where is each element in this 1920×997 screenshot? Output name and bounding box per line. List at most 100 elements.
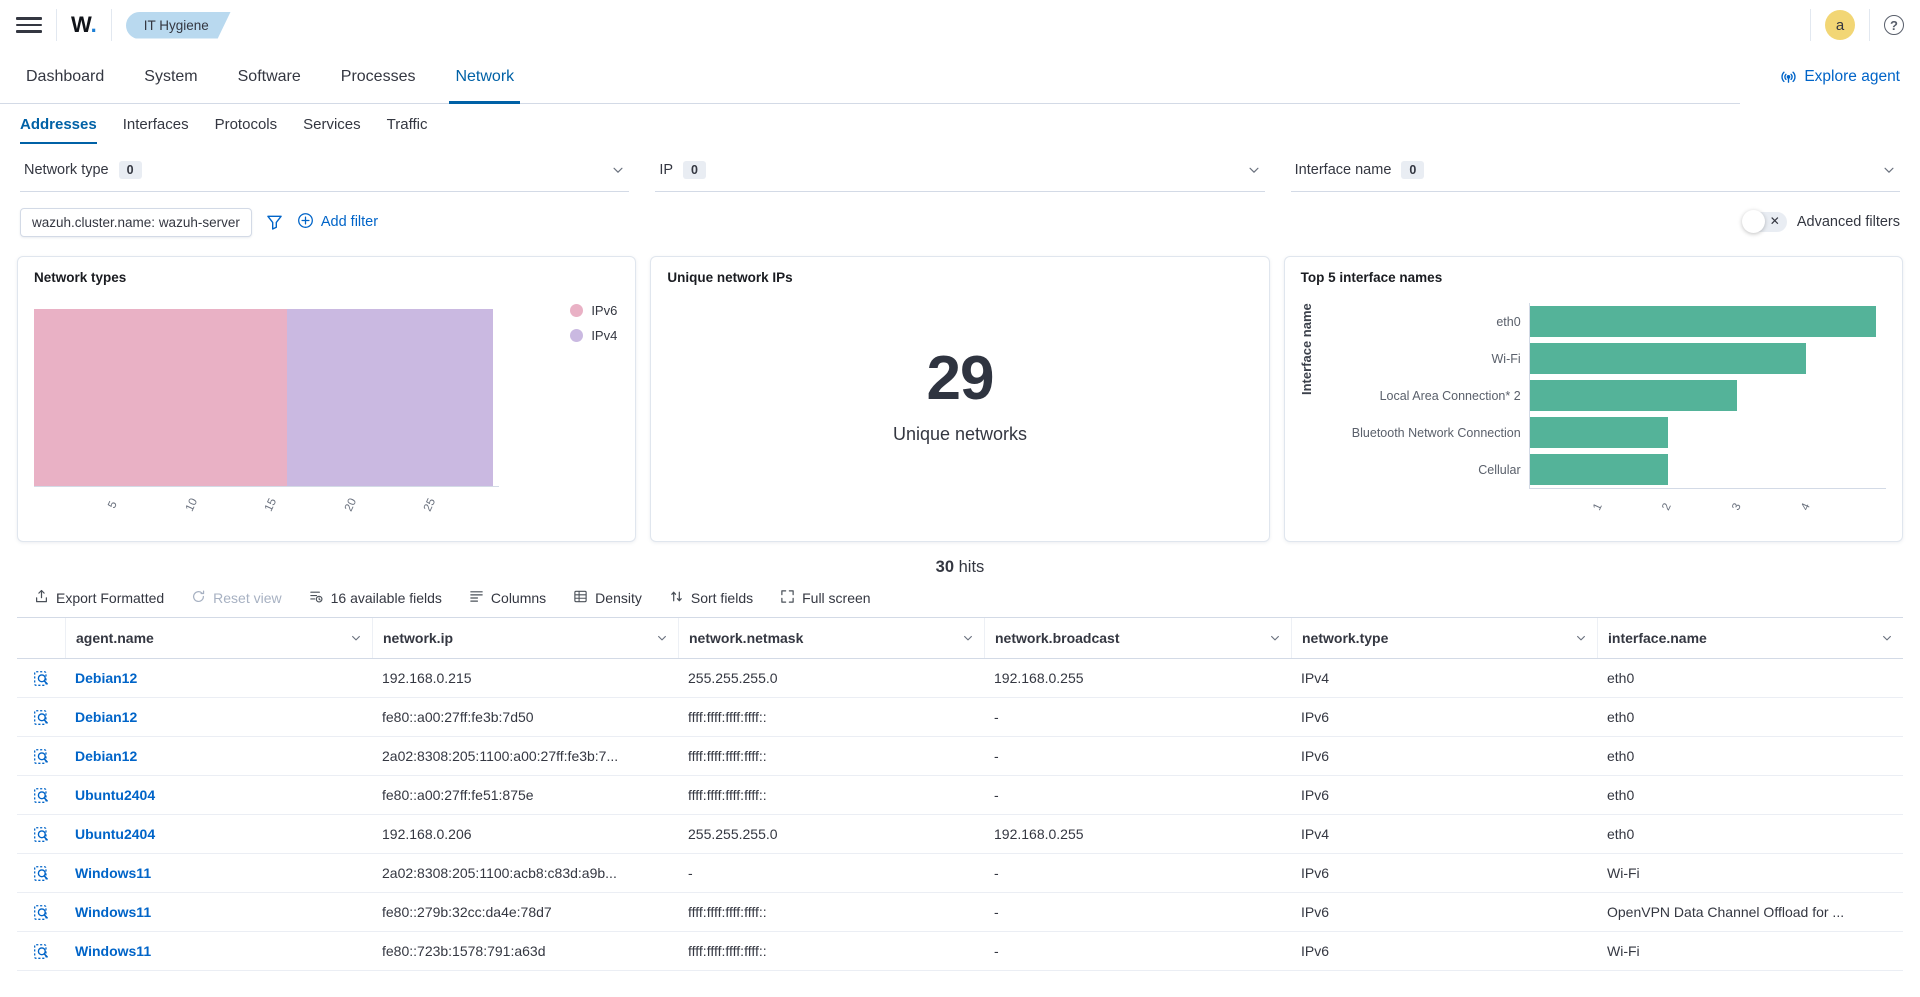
agent-name-link[interactable]: Ubuntu2404 [65, 776, 372, 814]
header-network-broadcast[interactable]: network.broadcast [984, 618, 1291, 658]
table-cell: IPv4 [1291, 815, 1597, 853]
available-fields-button[interactable]: 16 available fields [309, 589, 442, 607]
table-body: Debian12192.168.0.215255.255.255.0192.16… [17, 659, 1903, 971]
x-tick: 20 [342, 497, 358, 514]
network-type-select[interactable]: Network type 0 [20, 148, 629, 192]
table-cell: eth0 [1597, 776, 1903, 814]
category-label: eth0 [1496, 315, 1520, 329]
stack-segment-ipv6[interactable] [34, 309, 287, 486]
ip-select[interactable]: IP 0 [655, 148, 1264, 192]
tab-software[interactable]: Software [232, 50, 307, 104]
header-interface-name[interactable]: interface.name [1597, 618, 1903, 658]
chevron-down-icon[interactable] [1881, 632, 1893, 644]
chevron-down-icon[interactable] [656, 632, 668, 644]
header-network-netmask[interactable]: network.netmask [678, 618, 984, 658]
filter-funnel-icon[interactable] [266, 214, 283, 231]
header-network-type[interactable]: network.type [1291, 618, 1597, 658]
bar-eth0[interactable] [1530, 306, 1876, 337]
stack-segment-ipv4[interactable] [287, 309, 493, 486]
columns-button[interactable]: Columns [469, 589, 546, 607]
table-cell: eth0 [1597, 698, 1903, 736]
subtab-addresses[interactable]: Addresses [20, 104, 97, 144]
breadcrumb[interactable]: IT Hygiene [126, 12, 231, 39]
agent-name-link[interactable]: Windows11 [65, 932, 372, 970]
filter-pill[interactable]: wazuh.cluster.name: wazuh-server [20, 208, 252, 237]
table-cell: Wi-Fi [1597, 854, 1903, 892]
x-tick: 4 [1799, 502, 1813, 513]
explore-agent-button[interactable]: Explore agent [1780, 50, 1900, 104]
agent-name-link[interactable]: Debian12 [65, 737, 372, 775]
chevron-down-icon[interactable] [1575, 632, 1587, 644]
table-cell: 192.168.0.255 [984, 815, 1291, 853]
header-agent-name[interactable]: agent.name [65, 618, 372, 658]
bar-local-area-connection-2[interactable] [1530, 380, 1738, 411]
chevron-down-icon[interactable] [350, 632, 362, 644]
x-tick: 2 [1661, 502, 1675, 513]
inspect-row-icon[interactable] [17, 776, 65, 814]
category-label: Bluetooth Network Connection [1352, 426, 1521, 440]
table-cell: - [984, 776, 1291, 814]
density-button[interactable]: Density [573, 589, 642, 607]
chevron-down-icon[interactable] [962, 632, 974, 644]
filter-bar: wazuh.cluster.name: wazuh-server Add fil… [20, 204, 1900, 240]
category-label: Local Area Connection* 2 [1380, 389, 1521, 403]
advanced-filters-toggle[interactable]: ✕ [1743, 212, 1787, 232]
bar-wi-fi[interactable] [1530, 343, 1807, 374]
add-filter-button[interactable]: Add filter [297, 212, 378, 233]
sort-icon [669, 589, 684, 607]
broadcast-icon [1780, 69, 1797, 86]
agent-name-link[interactable]: Debian12 [65, 659, 372, 697]
agent-name-link[interactable]: Debian12 [65, 698, 372, 736]
header-network-ip[interactable]: network.ip [372, 618, 678, 658]
sort-fields-button[interactable]: Sort fields [669, 589, 753, 607]
divider [56, 9, 57, 41]
table-row: Ubuntu2404fe80::a00:27ff:fe51:875effff:f… [17, 776, 1903, 815]
toggle-knob [1742, 210, 1765, 233]
bar-cellular[interactable] [1530, 454, 1668, 485]
bar-row: Bluetooth Network Connection [1530, 414, 1886, 451]
subtab-protocols[interactable]: Protocols [215, 104, 278, 144]
panel-title: Unique network IPs [667, 270, 1252, 285]
tab-dashboard[interactable]: Dashboard [20, 50, 110, 104]
inspect-row-icon[interactable] [17, 932, 65, 970]
advanced-filters-label: Advanced filters [1797, 214, 1900, 230]
subtab-services[interactable]: Services [303, 104, 361, 144]
density-icon [573, 589, 588, 607]
export-formatted-button[interactable]: Export Formatted [34, 589, 164, 607]
table-cell: 255.255.255.0 [678, 815, 984, 853]
help-icon[interactable]: ? [1884, 15, 1904, 35]
table-cell: ffff:ffff:ffff:ffff:: [678, 698, 984, 736]
inspect-row-icon[interactable] [17, 737, 65, 775]
agent-name-link[interactable]: Windows11 [65, 893, 372, 931]
chevron-down-icon[interactable] [1269, 632, 1281, 644]
stacked-bar-chart: 510152025 [34, 309, 499, 487]
subtab-interfaces[interactable]: Interfaces [123, 104, 189, 144]
agent-name-link[interactable]: Ubuntu2404 [65, 815, 372, 853]
inspect-row-icon[interactable] [17, 815, 65, 853]
inspect-row-icon[interactable] [17, 659, 65, 697]
count-badge: 0 [119, 161, 142, 179]
tab-processes[interactable]: Processes [335, 50, 422, 104]
inspect-row-icon[interactable] [17, 893, 65, 931]
inspect-row-icon[interactable] [17, 854, 65, 892]
reset-view-button[interactable]: Reset view [191, 589, 281, 607]
agent-name-link[interactable]: Windows11 [65, 854, 372, 892]
legend-item-ipv4[interactable]: IPv4 [570, 328, 617, 343]
wazuh-logo[interactable]: W. [71, 12, 97, 38]
menu-icon[interactable] [16, 12, 42, 38]
subtab-traffic[interactable]: Traffic [387, 104, 428, 144]
table-cell: fe80::279b:32cc:da4e:78d7 [372, 893, 678, 931]
full-screen-button[interactable]: Full screen [780, 589, 870, 607]
fields-list-icon [309, 589, 324, 607]
avatar[interactable]: a [1825, 10, 1855, 40]
table-row: Debian12192.168.0.215255.255.255.0192.16… [17, 659, 1903, 698]
tab-network[interactable]: Network [449, 50, 520, 104]
results-table: agent.name network.ip network.netmask ne… [17, 617, 1903, 971]
bar-bluetooth-network-connection[interactable] [1530, 417, 1668, 448]
legend-item-ipv6[interactable]: IPv6 [570, 303, 617, 318]
interface-name-select[interactable]: Interface name 0 [1291, 148, 1900, 192]
toggle-off-x-icon: ✕ [1770, 214, 1780, 228]
category-label: Cellular [1478, 463, 1520, 477]
tab-system[interactable]: System [138, 50, 203, 104]
inspect-row-icon[interactable] [17, 698, 65, 736]
